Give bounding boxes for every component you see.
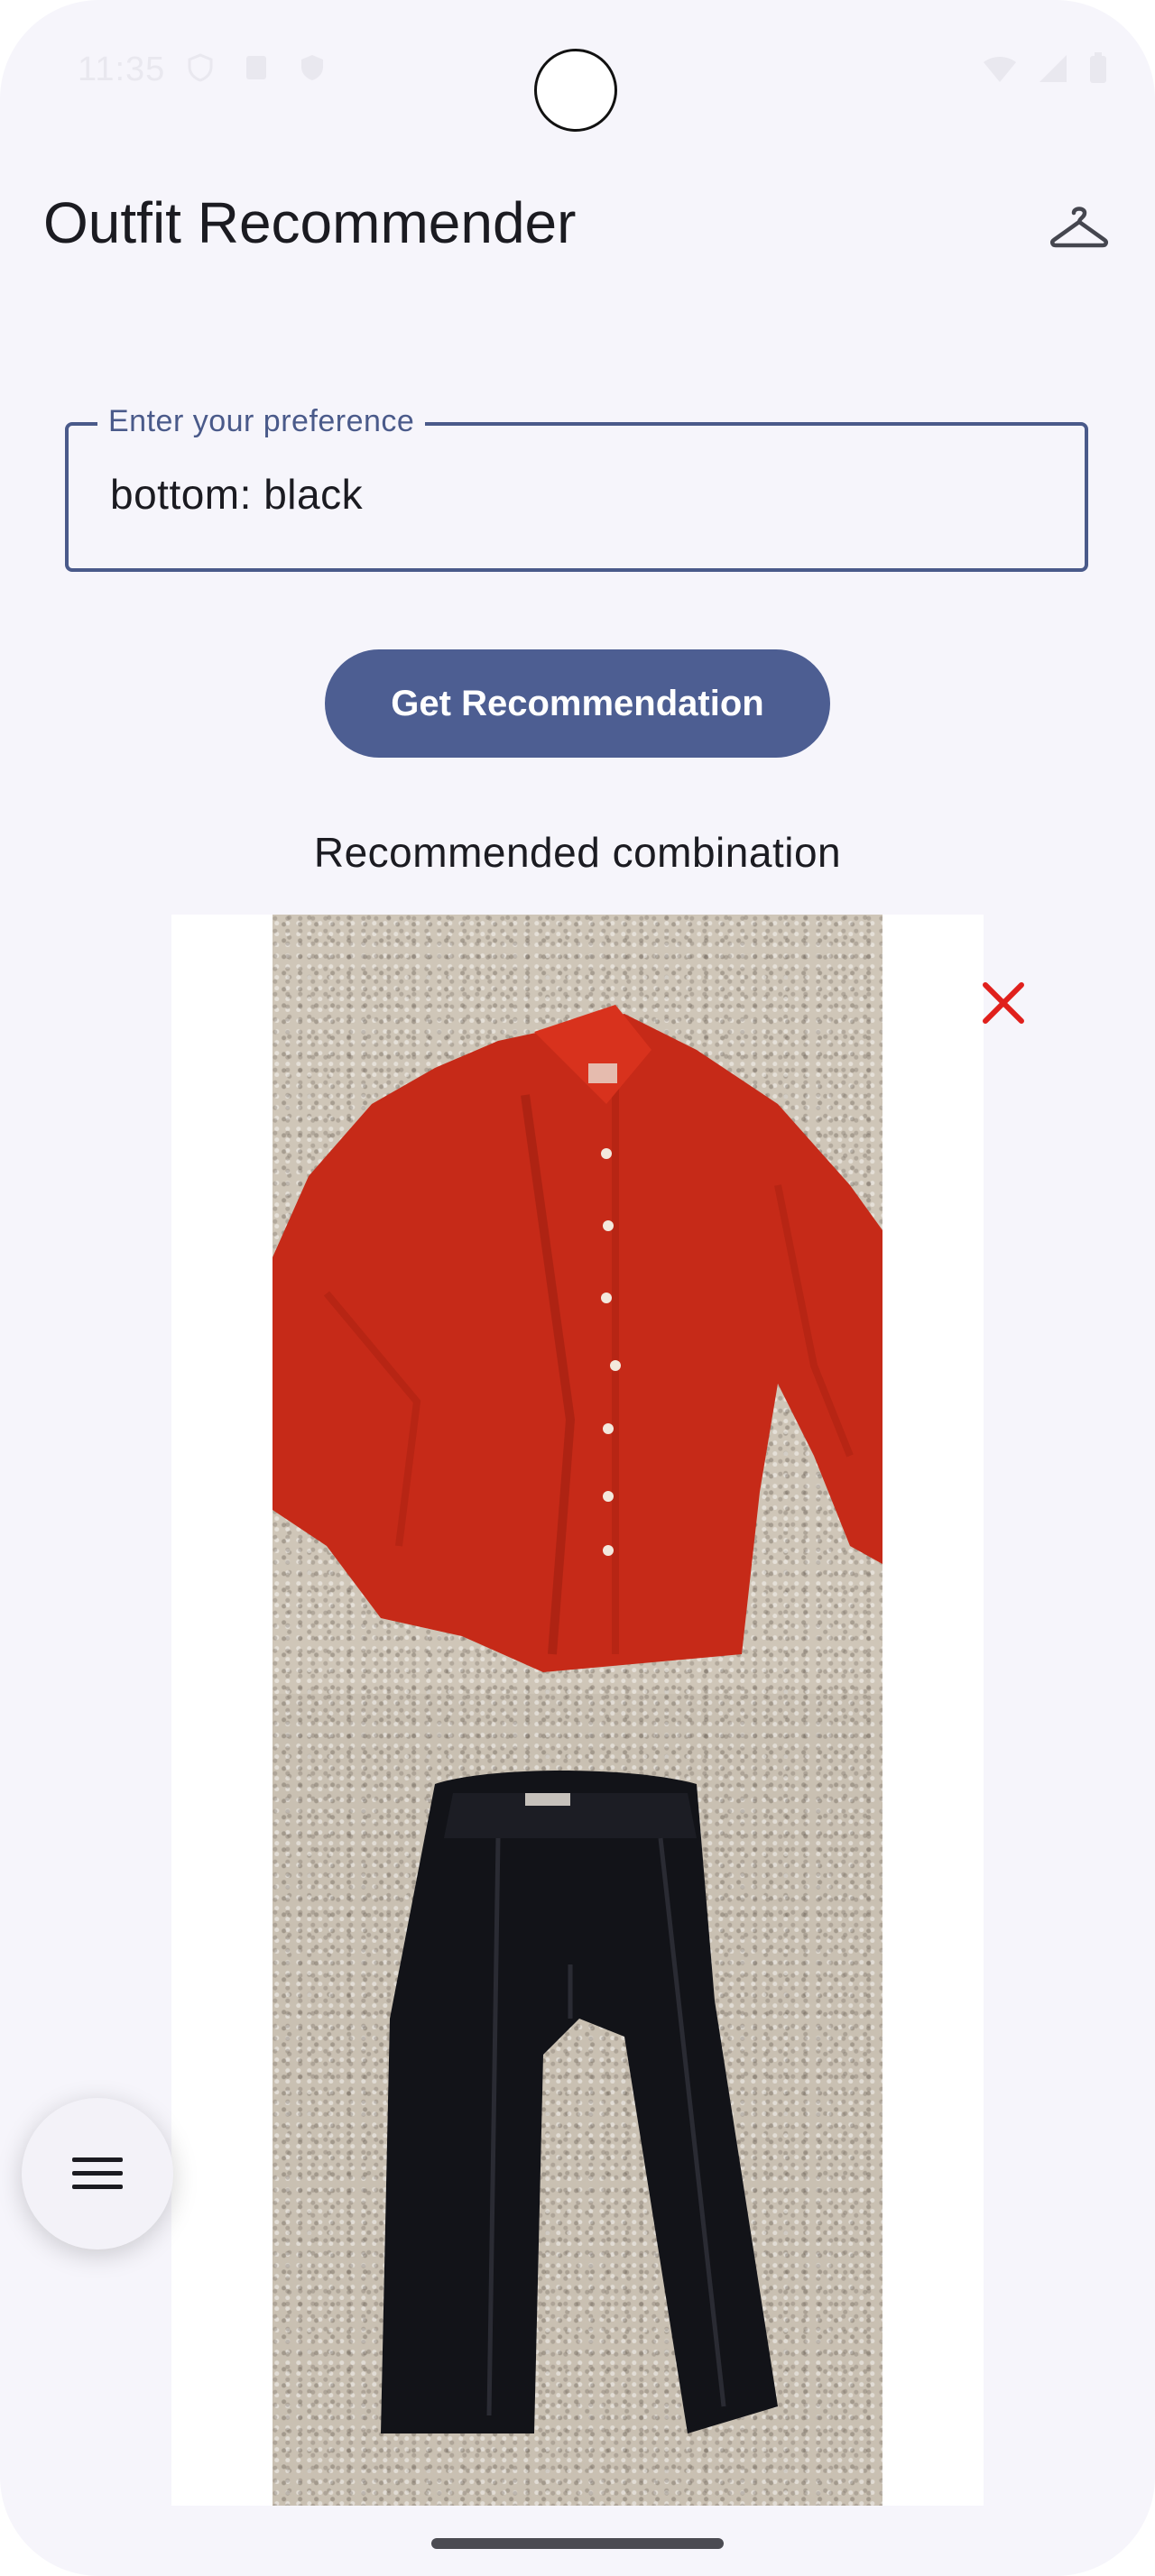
status-icons-left xyxy=(185,52,328,83)
preference-field-label: Enter your preference xyxy=(97,404,426,439)
result-title: Recommended combination xyxy=(313,829,842,876)
bottom-photo xyxy=(273,1694,882,2506)
vpn-icon xyxy=(297,52,328,83)
wifi-icon xyxy=(982,53,1018,88)
signal-icon xyxy=(1038,53,1068,88)
sim-icon xyxy=(241,52,272,83)
top-photo xyxy=(273,915,882,1694)
menu-icon xyxy=(72,2157,123,2189)
app-title: Outfit Recommender xyxy=(43,190,577,255)
menu-fab[interactable] xyxy=(22,2098,173,2249)
wardrobe-button[interactable] xyxy=(1047,198,1112,253)
status-icons-right xyxy=(982,52,1108,89)
home-indicator[interactable] xyxy=(431,2538,724,2549)
camera-cutout xyxy=(534,49,617,132)
hanger-icon xyxy=(1050,207,1108,248)
preference-input[interactable] xyxy=(108,469,1014,520)
battery-icon xyxy=(1088,52,1108,89)
close-icon xyxy=(983,982,1024,1024)
status-time: 11:35 xyxy=(78,51,166,88)
get-recommendation-button[interactable]: Get Recommendation xyxy=(325,649,830,758)
phone-screen: 11:35 Outfit Recommender Enter your pref… xyxy=(0,0,1155,2576)
status-bar: 11:35 xyxy=(0,0,1155,135)
dismiss-result-button[interactable] xyxy=(976,976,1030,1030)
shield-icon xyxy=(185,52,216,83)
